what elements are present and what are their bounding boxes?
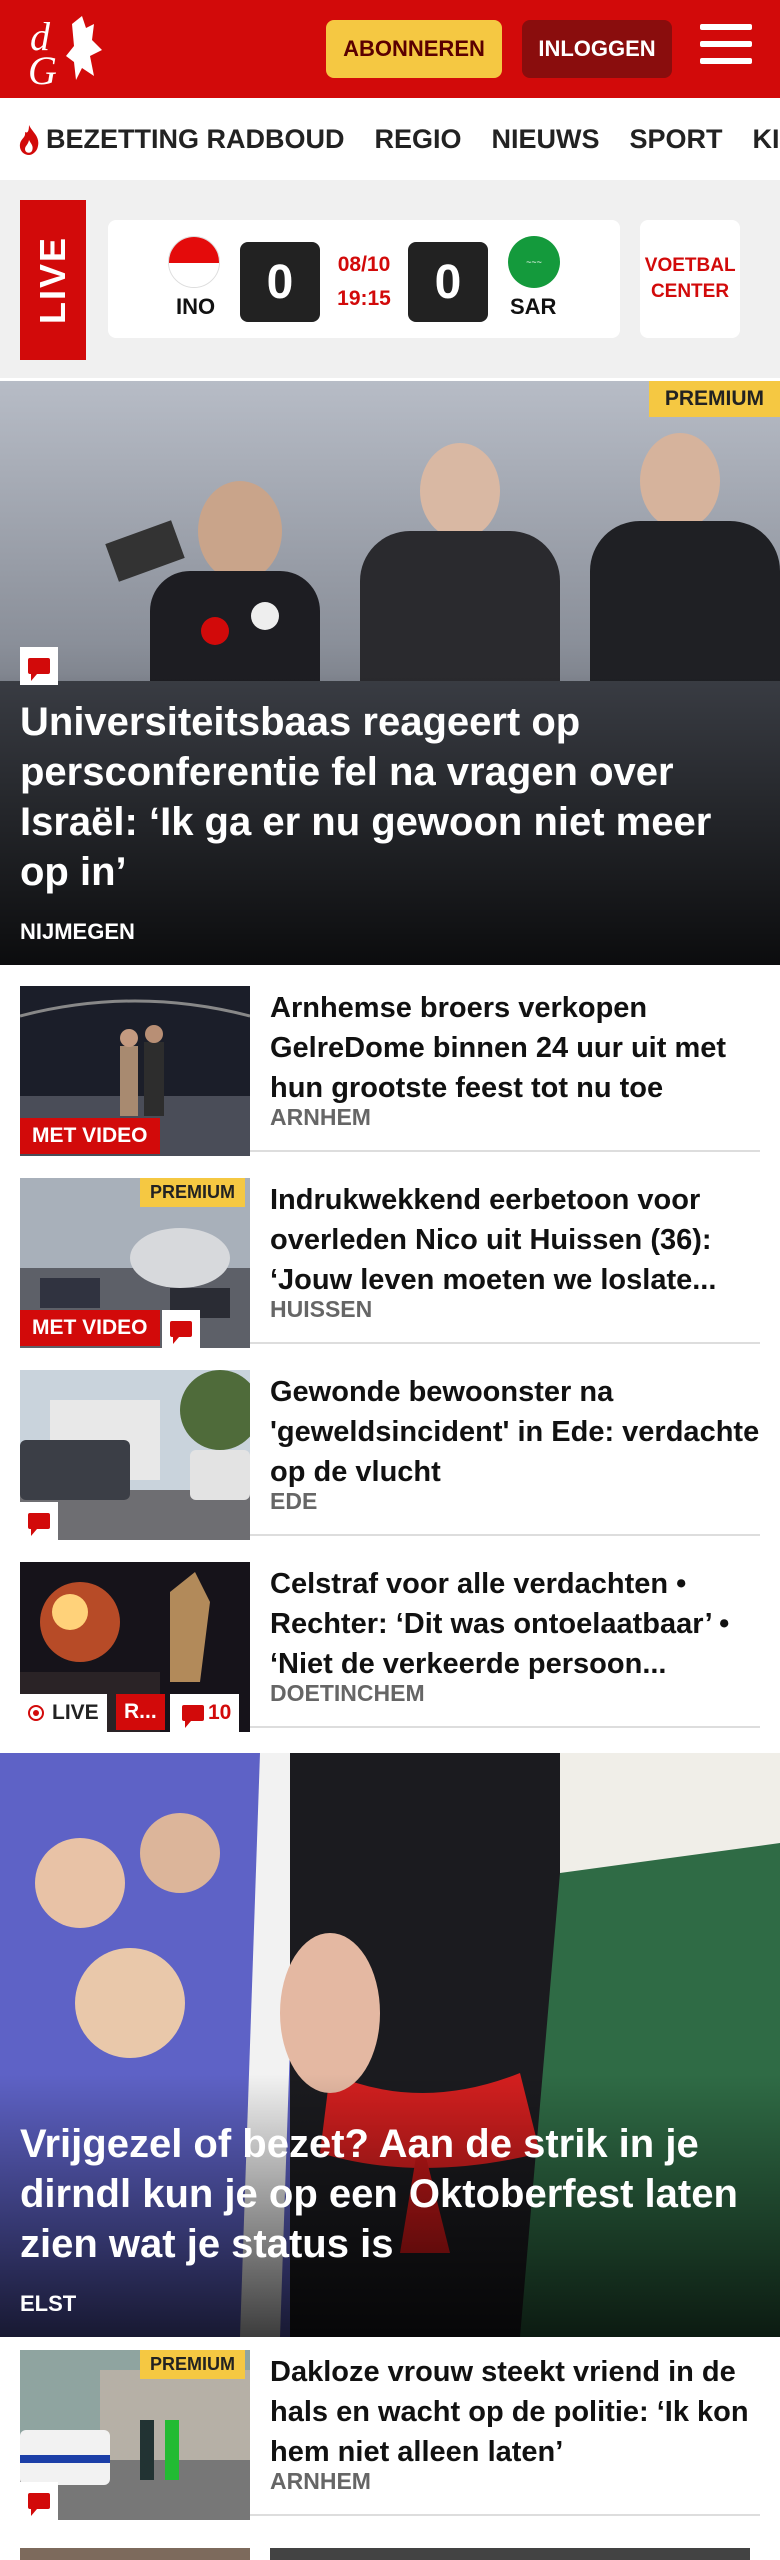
flag-saudi-arabia-icon: ~~~ bbox=[508, 236, 560, 288]
hero-title[interactable]: Universiteitsbaas reageert op persconfer… bbox=[20, 697, 760, 897]
nav-item-regio[interactable]: REGIO bbox=[375, 124, 462, 155]
comment-icon bbox=[162, 1310, 200, 1348]
hamburger-icon[interactable] bbox=[700, 24, 752, 72]
premium-badge: PREMIUM bbox=[140, 1178, 245, 1207]
home-team: INO bbox=[176, 294, 216, 319]
article-title[interactable]: Dakloze vrouw steekt vriend in de hals e… bbox=[270, 2352, 760, 2472]
nav-item-label: BEZETTING RADBOUD bbox=[46, 124, 345, 154]
next-article-thumbnail bbox=[20, 2548, 250, 2560]
list-item[interactable]: PREMIUM Dakloze vrouw steekt vriend in d… bbox=[20, 2340, 760, 2520]
next-article-title-partial bbox=[270, 2548, 750, 2560]
live-scores-strip: LIVE INO 0 08/10 19:15 0 ~~~ SAR VOETBAL… bbox=[0, 180, 780, 378]
nav-item-bezetting-radboud[interactable]: BEZETTING RADBOUD bbox=[16, 124, 345, 156]
comment-count-value: 10 bbox=[208, 1701, 232, 1724]
dg-logo[interactable]: d G bbox=[20, 10, 120, 90]
video-tag: MET VIDEO bbox=[20, 1118, 160, 1154]
comment-icon bbox=[20, 647, 58, 685]
match-time: 19:15 bbox=[337, 287, 391, 310]
article-location: ARNHEM bbox=[270, 1104, 371, 1130]
article-location: HUISSEN bbox=[270, 1296, 373, 1322]
home-score: 0 bbox=[240, 242, 320, 322]
hero-location: NIJMEGEN bbox=[20, 919, 135, 944]
feature-article[interactable]: Vrijgezel of bezet? Aan de strik in je d… bbox=[0, 1753, 780, 2337]
feature-title[interactable]: Vrijgezel of bezet? Aan de strik in je d… bbox=[20, 2119, 760, 2269]
premium-badge: PREMIUM bbox=[140, 2350, 245, 2379]
live-dot-icon bbox=[28, 1705, 44, 1721]
live-badge: LIVE bbox=[20, 1694, 107, 1732]
match-card[interactable]: INO 0 08/10 19:15 0 ~~~ SAR bbox=[108, 220, 620, 338]
story-tag: R... bbox=[116, 1694, 165, 1730]
list-item[interactable]: Gewonde bewoonster na 'geweldsincident' … bbox=[20, 1360, 760, 1540]
article-location: DOETINCHEM bbox=[270, 1680, 425, 1706]
feature-location: ELST bbox=[20, 2291, 77, 2316]
list-item[interactable]: LIVE R... 10 Celstraf voor alle verdacht… bbox=[20, 1552, 760, 1732]
subscribe-button[interactable]: ABONNEREN bbox=[326, 20, 502, 78]
voetbal-center-button[interactable]: VOETBAL CENTER bbox=[640, 220, 740, 338]
hero-article[interactable]: PREMIUM Universiteitsbaas reageert op pe… bbox=[0, 381, 780, 965]
article-title[interactable]: Gewonde bewoonster na 'geweldsincident' … bbox=[270, 1372, 760, 1492]
nav-item-kijk[interactable]: KIJK bbox=[753, 124, 780, 155]
login-button[interactable]: INLOGGEN bbox=[522, 20, 672, 78]
svg-text:G: G bbox=[28, 48, 57, 90]
article-location: ARNHEM bbox=[270, 2468, 371, 2494]
flag-indonesia-icon bbox=[168, 236, 220, 288]
article-title[interactable]: Indrukwekkend eerbetoon voor overleden N… bbox=[270, 1180, 760, 1300]
live-badge-label: LIVE bbox=[52, 1701, 99, 1724]
main-nav: BEZETTING RADBOUD REGIO NIEUWS SPORT KIJ… bbox=[0, 98, 780, 182]
live-label: LIVE bbox=[20, 200, 86, 360]
away-team: SAR bbox=[510, 294, 557, 319]
list-item[interactable]: MET VIDEO Arnhemse broers verkopen Gelre… bbox=[20, 976, 760, 1156]
away-score: 0 bbox=[408, 242, 488, 322]
video-tag: MET VIDEO bbox=[20, 1310, 160, 1346]
site-header: d G ABONNEREN INLOGGEN bbox=[0, 0, 780, 98]
list-item[interactable]: PREMIUM MET VIDEO Indrukwekkend eerbetoo… bbox=[20, 1168, 760, 1348]
article-title[interactable]: Celstraf voor alle verdachten • Rechter:… bbox=[270, 1564, 760, 1684]
article-location: EDE bbox=[270, 1488, 318, 1514]
comment-icon bbox=[178, 1698, 208, 1728]
match-datetime: 08/10 19:15 bbox=[328, 248, 400, 316]
article-title[interactable]: Arnhemse broers verkopen GelreDome binne… bbox=[270, 988, 760, 1108]
flame-icon bbox=[19, 124, 39, 155]
comment-count: 10 bbox=[170, 1694, 240, 1732]
nav-item-sport[interactable]: SPORT bbox=[630, 124, 723, 155]
comment-icon bbox=[20, 2482, 58, 2520]
match-date: 08/10 bbox=[337, 253, 391, 276]
premium-badge: PREMIUM bbox=[648, 381, 780, 417]
nav-item-nieuws[interactable]: NIEUWS bbox=[492, 124, 600, 155]
comment-icon bbox=[20, 1502, 58, 1540]
